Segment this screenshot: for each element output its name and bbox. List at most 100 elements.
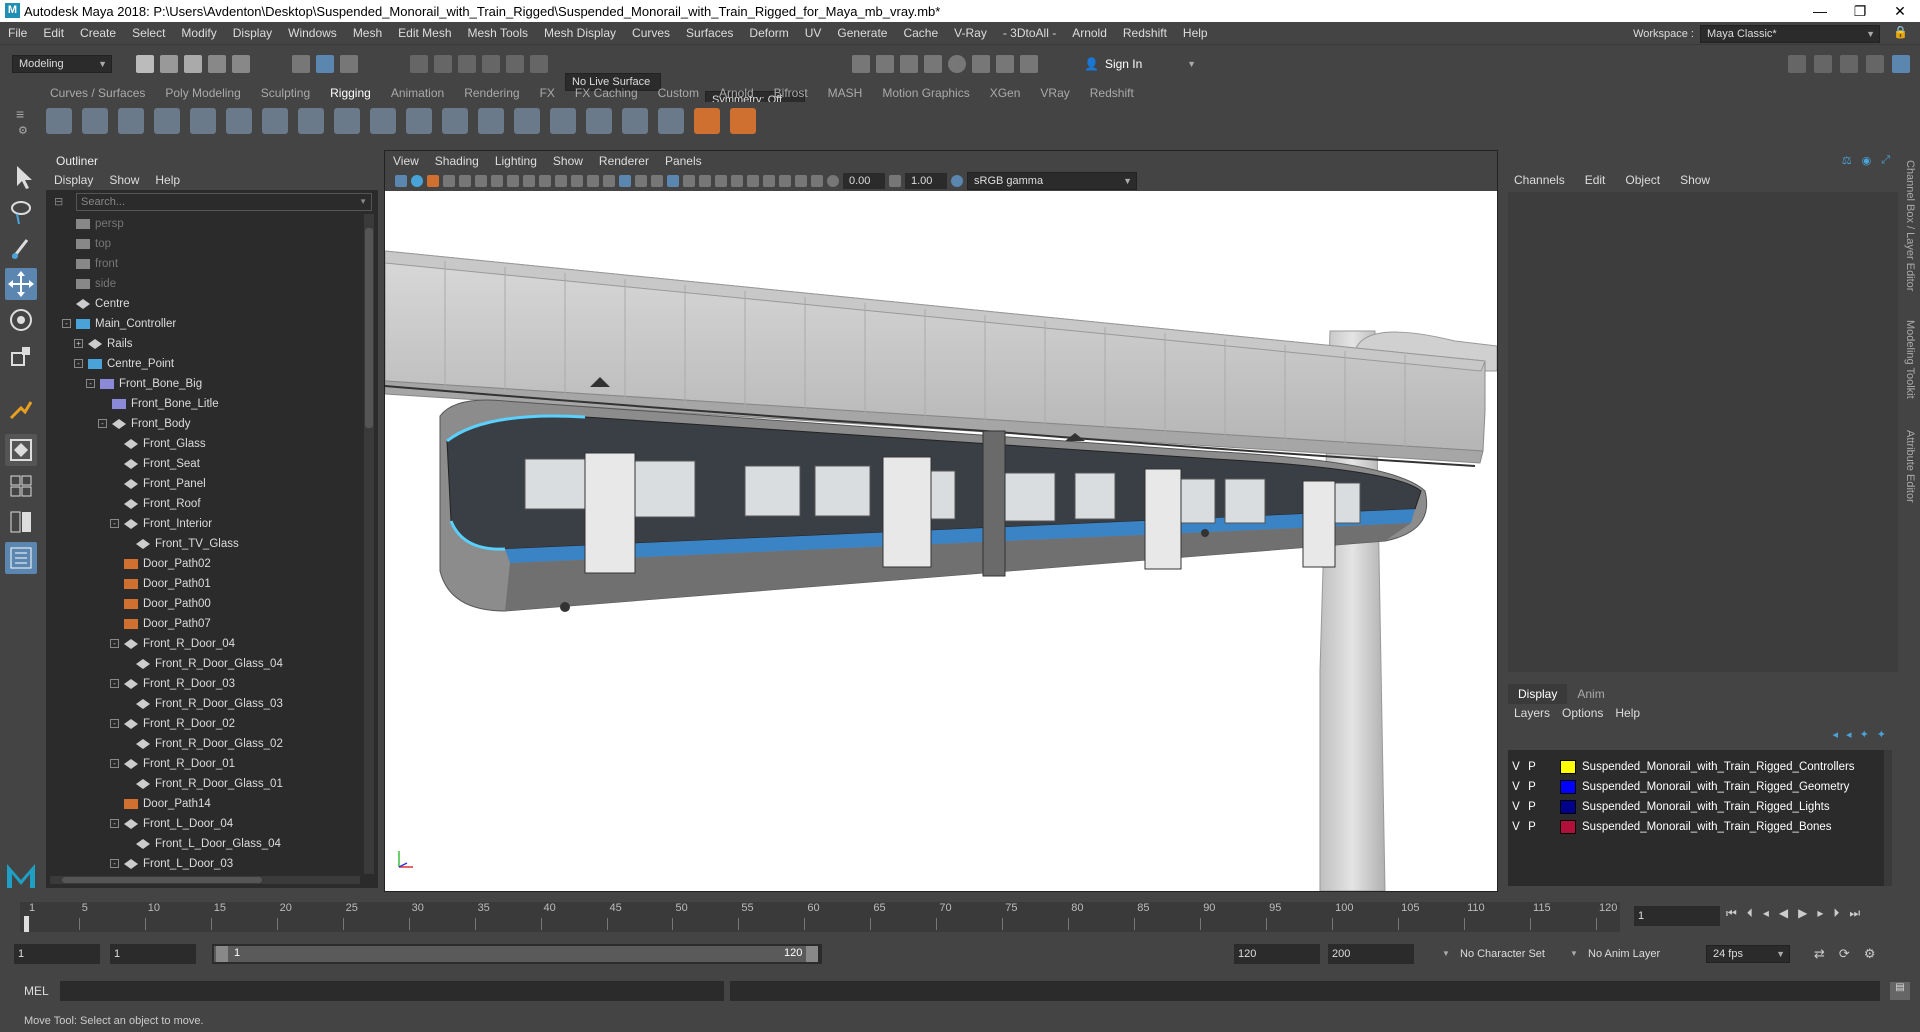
- outliner-item-front-body[interactable]: Front_Body: [112, 414, 190, 434]
- resolution-gate-icon[interactable]: [523, 175, 535, 187]
- snap-view-plane-icon[interactable]: [482, 55, 500, 73]
- outliner-item-door-path14[interactable]: Door_Path14: [124, 794, 211, 814]
- shelf-tab-poly-modeling[interactable]: Poly Modeling: [155, 84, 250, 102]
- layer-color-swatch[interactable]: [1560, 760, 1576, 774]
- use-all-lights-icon[interactable]: [683, 175, 695, 187]
- playback-end-field[interactable]: 120: [1234, 944, 1320, 964]
- layer-playback-toggle[interactable]: P: [1524, 801, 1540, 813]
- layer-row[interactable]: V P Suspended_Monorail_with_Train_Rigged_B…: [1508, 818, 1884, 836]
- wrap-icon[interactable]: [514, 108, 540, 134]
- ipr-render-icon[interactable]: [900, 55, 918, 73]
- viewport-menu-shading[interactable]: Shading: [427, 154, 487, 168]
- shelf-tab-animation[interactable]: Animation: [381, 84, 454, 102]
- anim-layer-dropdown[interactable]: ▼ No Anim Layer: [1568, 944, 1688, 964]
- outliner-item-front-interior[interactable]: Front_Interior: [124, 514, 212, 534]
- outliner-horizontal-scrollbar[interactable]: [50, 876, 360, 884]
- snap-curve-icon[interactable]: [434, 55, 452, 73]
- lock-icon[interactable]: 🔒: [1893, 25, 1908, 39]
- outliner-item-front-r-door-glass-03[interactable]: Front_R_Door_Glass_03: [136, 694, 283, 714]
- outliner-item-persp[interactable]: persp: [76, 214, 124, 234]
- motion-blur-icon[interactable]: [731, 175, 743, 187]
- layer-row[interactable]: V P Suspended_Monorail_with_Train_Rigged_C…: [1508, 758, 1884, 776]
- character-set-dropdown[interactable]: ▼ No Character Set: [1440, 944, 1572, 964]
- layer-visibility-toggle[interactable]: V: [1508, 781, 1524, 793]
- aim-constraint-icon[interactable]: [586, 108, 612, 134]
- auto-key-icon[interactable]: ⟳: [1839, 946, 1850, 962]
- workspace-dropdown[interactable]: Maya Classic* ▼: [1700, 25, 1880, 43]
- layer-row[interactable]: V P Suspended_Monorail_with_Train_Rigged_L…: [1508, 798, 1884, 816]
- render-view-icon[interactable]: [852, 55, 870, 73]
- textured-icon[interactable]: [667, 175, 679, 187]
- shelf-tab-curves-surfaces[interactable]: Curves / Surfaces: [40, 84, 155, 102]
- menu-edit-mesh[interactable]: Edit Mesh: [390, 26, 459, 40]
- shelf-tab-fx-caching[interactable]: FX Caching: [565, 84, 648, 102]
- select-tool-icon[interactable]: [5, 160, 37, 192]
- outliner-item-rails[interactable]: Rails: [88, 334, 133, 354]
- blend-shape-icon[interactable]: [550, 108, 576, 134]
- save-scene-icon[interactable]: [184, 55, 202, 73]
- gamma-field[interactable]: 1.00: [905, 173, 947, 189]
- outliner-item-front-r-door-04[interactable]: Front_R_Door_04: [124, 634, 235, 654]
- ambient-occlusion-icon[interactable]: [715, 175, 727, 187]
- toggle-layer-editor-icon[interactable]: [1892, 55, 1910, 73]
- outliner-item-front-r-door-01[interactable]: Front_R_Door_01: [124, 754, 235, 774]
- outliner-menu-show[interactable]: Show: [101, 173, 147, 187]
- shelf-menu-icon[interactable]: ≡: [16, 106, 24, 122]
- film-gate-icon[interactable]: [507, 175, 519, 187]
- smooth-bind-icon[interactable]: [370, 108, 396, 134]
- layer-menu-help[interactable]: Help: [1609, 706, 1646, 720]
- redo-icon[interactable]: [232, 55, 250, 73]
- pause-viewport-icon[interactable]: [1020, 55, 1038, 73]
- shelf-tab-rendering[interactable]: Rendering: [454, 84, 529, 102]
- outliner-item-front-r-door-glass-01[interactable]: Front_R_Door_Glass_01: [136, 774, 283, 794]
- step-forward-frame-icon[interactable]: ▸: [1817, 906, 1823, 921]
- menu-display[interactable]: Display: [225, 26, 280, 40]
- light-editor-icon[interactable]: [996, 55, 1014, 73]
- go-to-end-icon[interactable]: ⏭: [1849, 906, 1860, 921]
- mel-label[interactable]: MEL: [24, 984, 49, 998]
- single-perspective-layout-icon[interactable]: [5, 434, 37, 466]
- menu-select[interactable]: Select: [124, 26, 173, 40]
- last-tool-icon[interactable]: [5, 394, 37, 426]
- menu-v-ray[interactable]: V-Ray: [946, 26, 995, 40]
- four-view-layout-icon[interactable]: [5, 470, 37, 502]
- filter-icon[interactable]: ⊟: [54, 195, 63, 208]
- outliner-item-front-seat[interactable]: Front_Seat: [124, 454, 200, 474]
- shadows-icon[interactable]: [699, 175, 711, 187]
- select-object-icon[interactable]: [316, 55, 334, 73]
- expand-toggle-icon[interactable]: -: [110, 859, 119, 868]
- outliner-item-centre-point[interactable]: Centre_Point: [88, 354, 174, 374]
- menu-uv[interactable]: UV: [797, 26, 830, 40]
- render-setup-icon[interactable]: [972, 55, 990, 73]
- layer-playback-toggle[interactable]: P: [1524, 781, 1540, 793]
- outliner-item-door-path02[interactable]: Door_Path02: [124, 554, 211, 574]
- pole-vector-icon[interactable]: [730, 108, 756, 134]
- animation-preferences-icon[interactable]: ⚙: [1864, 946, 1876, 962]
- step-back-key-icon[interactable]: ⏴: [1747, 906, 1753, 921]
- layer-tab-anim[interactable]: Anim: [1567, 687, 1614, 701]
- menu-curves[interactable]: Curves: [624, 26, 678, 40]
- move-tool-icon[interactable]: [5, 268, 37, 300]
- menu-3dtoall[interactable]: - 3DtoAll -: [995, 26, 1064, 40]
- viewport-menu-lighting[interactable]: Lighting: [487, 154, 545, 168]
- bookmarks-icon[interactable]: [427, 175, 439, 187]
- shelf-settings-icon[interactable]: ⚙: [18, 124, 28, 137]
- cluster-icon[interactable]: [442, 108, 468, 134]
- mirror-joint-icon[interactable]: [118, 108, 144, 134]
- expand-toggle-icon[interactable]: -: [62, 319, 71, 328]
- outliner-item-front-r-door-glass-04[interactable]: Front_R_Door_Glass_04: [136, 654, 283, 674]
- layer-scrollbar[interactable]: [1884, 750, 1892, 886]
- fps-dropdown[interactable]: 24 fps ▼: [1706, 945, 1790, 963]
- outliner-vertical-scrollbar[interactable]: [364, 214, 374, 874]
- expand-toggle-icon[interactable]: -: [110, 639, 119, 648]
- paint-weights-icon[interactable]: [406, 108, 432, 134]
- shelf-tab-mash[interactable]: MASH: [818, 84, 873, 102]
- menu-redshift[interactable]: Redshift: [1115, 26, 1175, 40]
- maximize-icon[interactable]: ❐: [1840, 0, 1880, 22]
- smooth-shade-icon[interactable]: [619, 175, 631, 187]
- menu-surfaces[interactable]: Surfaces: [678, 26, 741, 40]
- view-transform-dropdown[interactable]: sRGB gamma ▼: [967, 172, 1137, 190]
- move-layer-up-icon[interactable]: ◂: [1833, 728, 1839, 741]
- outliner-item-side[interactable]: side: [76, 274, 116, 294]
- outliner-item-door-path07[interactable]: Door_Path07: [124, 614, 211, 634]
